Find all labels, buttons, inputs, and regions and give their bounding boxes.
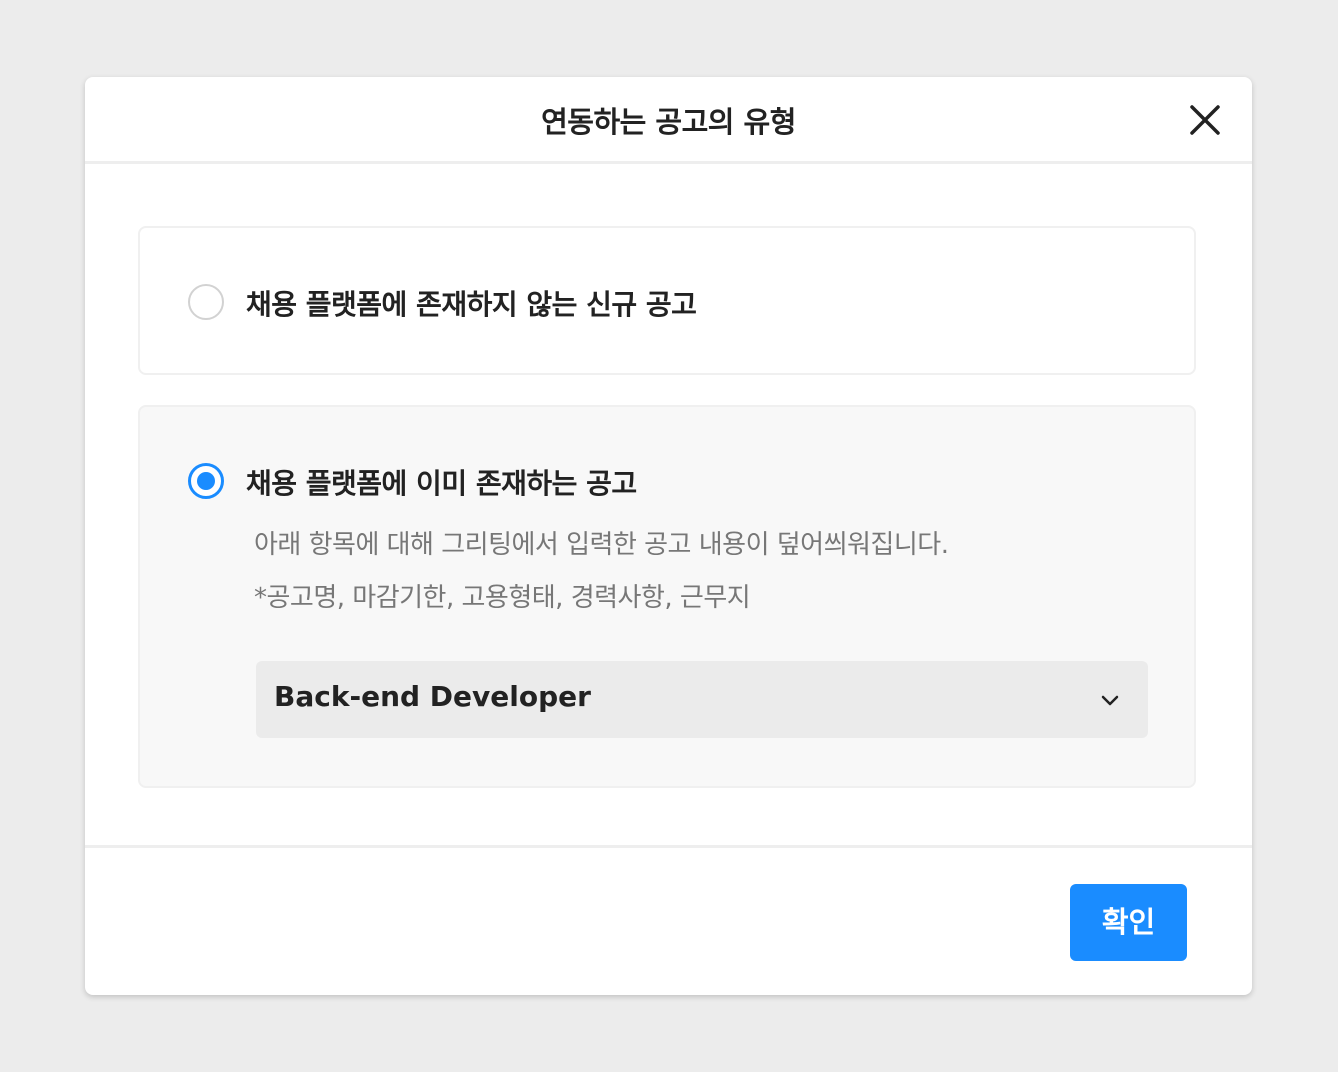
confirm-button[interactable]: 확인	[1070, 884, 1187, 961]
option-label-new-posting: 채용 플랫폼에 존재하지 않는 신규 공고	[246, 288, 697, 321]
modal-dialog: 연동하는 공고의 유형 채용 플랫폼에 존재하지 않는 신규 공고 채용 플랫폼…	[85, 77, 1252, 995]
select-value: Back-end Developer	[274, 680, 591, 713]
radio-new-posting[interactable]	[188, 284, 224, 320]
option-label-existing-posting: 채용 플랫폼에 이미 존재하는 공고	[246, 467, 637, 500]
radio-existing-posting[interactable]	[188, 463, 224, 499]
modal-header: 연동하는 공고의 유형	[85, 77, 1252, 164]
option-description: 아래 항목에 대해 그리팅에서 입력한 공고 내용이 덮어씌워집니다.	[254, 530, 949, 560]
option-card-existing-posting[interactable]: 채용 플랫폼에 이미 존재하는 공고 아래 항목에 대해 그리팅에서 입력한 공…	[138, 405, 1196, 788]
option-description-fields: *공고명, 마감기한, 고용형태, 경력사항, 근무지	[254, 583, 751, 613]
modal-footer: 확인	[85, 845, 1252, 995]
option-card-new-posting[interactable]: 채용 플랫폼에 존재하지 않는 신규 공고	[138, 226, 1196, 375]
close-icon	[1190, 105, 1220, 135]
radio-selected-dot	[197, 472, 215, 490]
posting-select-dropdown[interactable]: Back-end Developer	[256, 661, 1148, 738]
close-button[interactable]	[1186, 101, 1224, 139]
chevron-down-icon	[1098, 688, 1122, 712]
modal-title: 연동하는 공고의 유형	[541, 105, 796, 139]
